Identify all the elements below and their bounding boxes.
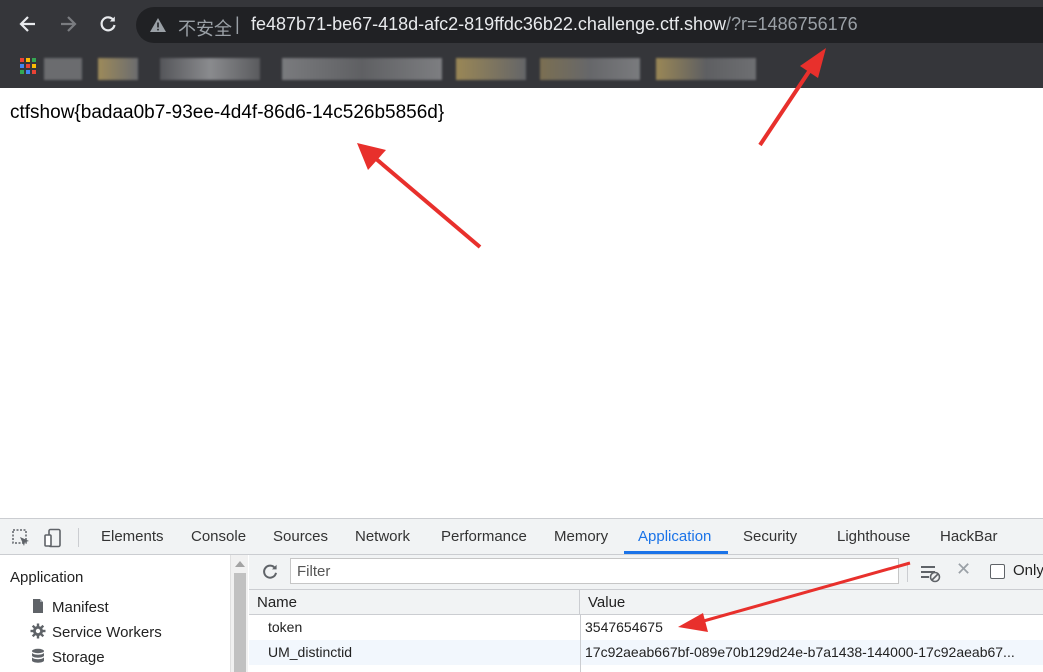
page-body: ctfshow{badaa0b7-93ee-4d4f-86d6-14c526b5… [0, 88, 1043, 518]
url-text[interactable]: fe487b71-be67-418d-afc2-819ffdc36b22.cha… [251, 14, 858, 35]
warning-icon [150, 18, 166, 32]
tab-lighthouse[interactable]: Lighthouse [837, 528, 910, 545]
sidebar-scrollbar[interactable] [230, 555, 248, 672]
cookie-value-cell[interactable]: 3547654675 [585, 615, 1039, 640]
close-icon[interactable]: ✕ [956, 559, 971, 580]
browser-window: 不安全 | fe487b71-be67-418d-afc2-819ffdc36b… [0, 0, 1043, 672]
tab-hackbar[interactable]: HackBar [940, 528, 998, 545]
inspect-element-icon[interactable] [11, 528, 31, 548]
cookie-name-cell[interactable]: token [268, 615, 580, 640]
sidebar-item-service-workers[interactable]: Service Workers [30, 623, 162, 641]
table-row[interactable]: token 3547654675 [249, 615, 1043, 640]
bookmark-item[interactable] [98, 58, 138, 80]
forward-button[interactable] [54, 10, 82, 38]
database-icon [32, 648, 44, 663]
tab-security[interactable]: Security [743, 528, 797, 545]
toolbar-divider [78, 528, 79, 547]
bookmark-item[interactable] [456, 58, 526, 80]
flag-text: ctfshow{badaa0b7-93ee-4d4f-86d6-14c526b5… [10, 102, 445, 123]
document-icon [33, 599, 43, 613]
filter-input[interactable] [290, 558, 899, 584]
tab-elements[interactable]: Elements [101, 528, 164, 545]
devtools-tab-bar: Elements Console Sources Network Perform… [0, 518, 1043, 555]
apps-grid-icon[interactable] [20, 58, 36, 74]
bookmark-item[interactable] [540, 58, 640, 80]
refresh-icon[interactable] [261, 563, 279, 581]
tab-performance[interactable]: Performance [441, 528, 527, 545]
address-separator: | [235, 14, 240, 34]
sidebar-section-title: Application [10, 569, 84, 586]
tab-memory[interactable]: Memory [554, 528, 608, 545]
scrollbar-thumb[interactable] [234, 573, 246, 672]
device-toolbar-icon[interactable] [43, 528, 63, 548]
toolbar-divider [907, 562, 908, 582]
active-tab-indicator [624, 551, 728, 554]
only-checkbox-label: Only [1013, 562, 1043, 579]
table-row[interactable]: UM_distinctid 17c92aeab667bf-089e70b129d… [249, 640, 1043, 665]
bookmark-item[interactable] [160, 58, 260, 80]
tab-application[interactable]: Application [638, 528, 711, 545]
back-button[interactable] [14, 10, 42, 38]
bookmark-item[interactable] [656, 58, 756, 80]
reload-button[interactable] [94, 10, 122, 38]
address-bar[interactable]: 不安全 | fe487b71-be67-418d-afc2-819ffdc36b… [136, 7, 1043, 43]
sidebar-item-label: Manifest [52, 599, 109, 616]
cookie-table: Name Value token 3547654675 UM_distincti… [249, 590, 1043, 672]
browser-toolbar: 不安全 | fe487b71-be67-418d-afc2-819ffdc36b… [0, 0, 1043, 50]
gear-icon [30, 623, 46, 639]
cookie-value-cell[interactable]: 17c92aeab667bf-089e70b129d24e-b7a1438-14… [585, 640, 1039, 665]
tab-console[interactable]: Console [191, 528, 246, 545]
url-host: fe487b71-be67-418d-afc2-819ffdc36b22.cha… [251, 14, 727, 34]
column-header-value[interactable]: Value [580, 590, 1043, 615]
clear-filtered-icon[interactable] [919, 561, 941, 583]
security-status-label[interactable]: 不安全 [178, 15, 232, 41]
cookie-name-cell[interactable]: UM_distinctid [268, 640, 580, 665]
only-checkbox[interactable] [990, 564, 1005, 579]
sidebar-item-storage[interactable]: Storage [30, 648, 105, 666]
tab-sources[interactable]: Sources [273, 528, 328, 545]
application-sidebar: Application Manifest Service Workers Sto… [0, 555, 230, 672]
tab-network[interactable]: Network [355, 528, 410, 545]
bookmark-item[interactable] [44, 58, 82, 80]
url-path: /?r=1486756176 [726, 14, 858, 34]
reload-icon [100, 16, 116, 32]
sidebar-item-manifest[interactable]: Manifest [30, 598, 109, 616]
cookies-toolbar: ✕ Only [249, 555, 1043, 590]
arrow-right-icon [61, 16, 77, 32]
sidebar-item-label: Storage [52, 649, 105, 666]
arrow-left-icon [19, 16, 35, 32]
column-header-name[interactable]: Name [249, 590, 580, 615]
sidebar-item-label: Service Workers [52, 624, 162, 641]
bookmark-item[interactable] [282, 58, 442, 80]
scroll-up-arrow[interactable] [235, 561, 245, 567]
column-divider [580, 615, 581, 672]
